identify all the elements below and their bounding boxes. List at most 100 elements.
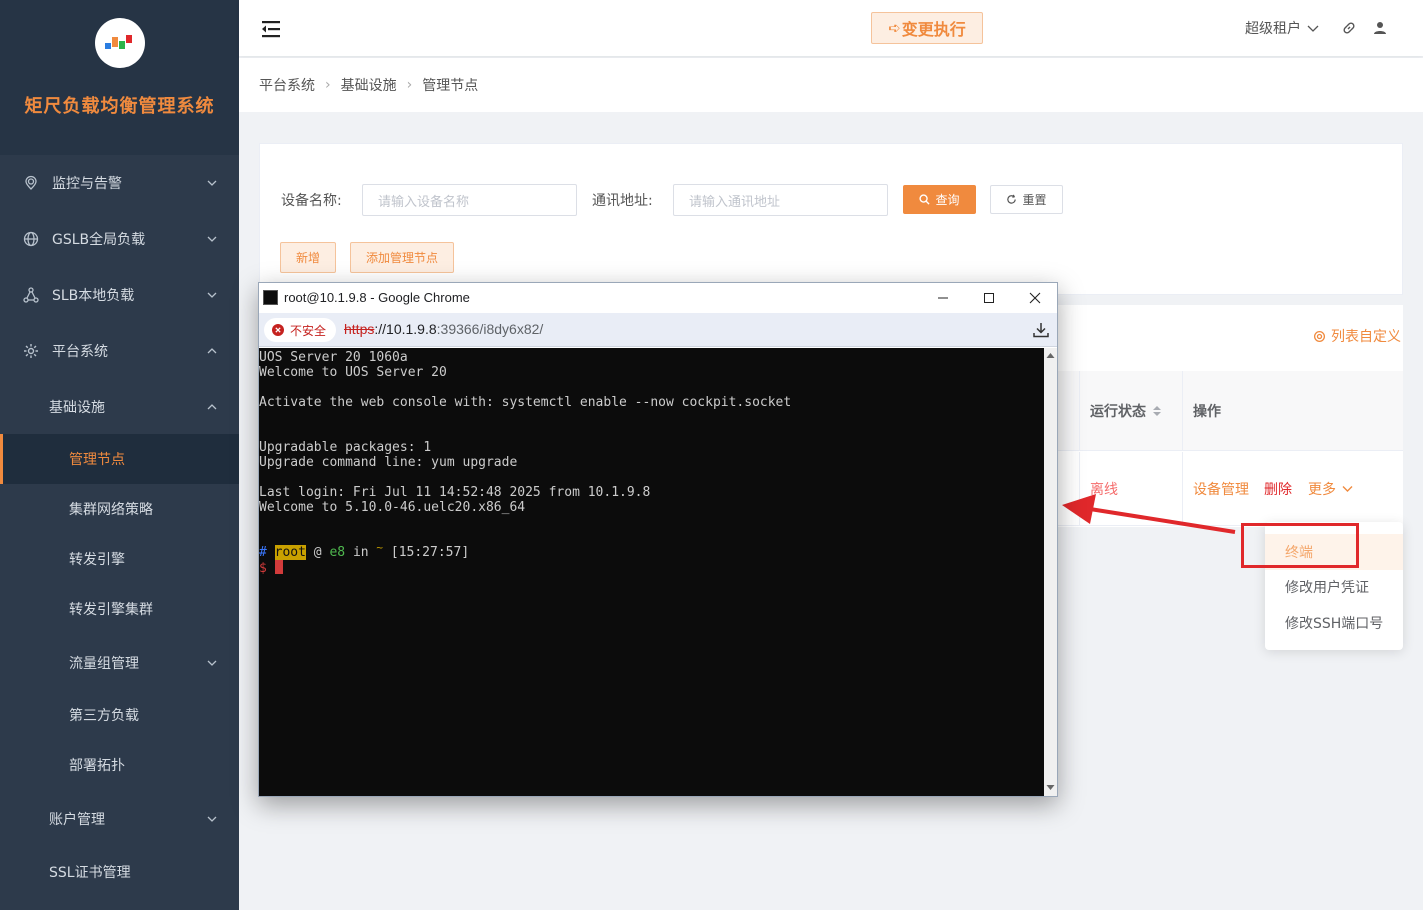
- change-execute-button[interactable]: ➪ 变更执行: [871, 12, 983, 44]
- sidebar-item-ssl[interactable]: SSL证书管理: [0, 847, 239, 897]
- table-header-cell: [1058, 371, 1080, 451]
- maximize-button[interactable]: [966, 283, 1012, 313]
- chevron-up-icon: [207, 404, 217, 410]
- terminal-input-line[interactable]: $: [259, 560, 283, 576]
- gear-icon: [22, 342, 40, 360]
- chevron-down-icon: [207, 292, 217, 298]
- sidebar-item-forward-engine-cluster[interactable]: 转发引擎集群: [0, 584, 239, 634]
- sign-in-icon: ➪: [888, 19, 901, 37]
- sidebar-item-label: SLB本地负载: [52, 288, 135, 304]
- close-icon: [1029, 292, 1041, 304]
- sidebar-item-label: 部署拓扑: [69, 758, 125, 774]
- window-titlebar: root@10.1.9.8 - Google Chrome: [259, 283, 1057, 313]
- sidebar-item-label: 平台系统: [52, 344, 108, 360]
- tenant-selector[interactable]: 超级租户: [1245, 18, 1319, 38]
- terminal-prompt: # root @ e8 in ~ [15:27:57]: [259, 541, 470, 560]
- add-mgmt-node-button[interactable]: 添加管理节点: [350, 242, 454, 273]
- maximize-icon: [984, 293, 994, 303]
- add-button[interactable]: 新增: [280, 242, 336, 273]
- sidebar-item-cluster-network-policy[interactable]: 集群网络策略: [0, 484, 239, 534]
- search-icon: [919, 194, 931, 205]
- scroll-down-icon[interactable]: [1046, 784, 1055, 791]
- terminal-line: Upgradable packages: 1: [259, 440, 432, 455]
- download-icon[interactable]: [1032, 321, 1050, 339]
- logo-icon: [94, 18, 145, 68]
- customize-columns-button[interactable]: 列表自定义: [1313, 326, 1401, 346]
- refresh-icon: [1007, 194, 1017, 204]
- top-header: ➪ 变更执行 超级租户: [239, 0, 1423, 56]
- breadcrumb-item[interactable]: 平台系统: [259, 75, 315, 95]
- link-icon[interactable]: [1341, 20, 1357, 36]
- highlight-box: [1241, 523, 1359, 568]
- logo-area: 矩尺负载均衡管理系统: [0, 0, 239, 155]
- address-bar: 不安全 https://10.1.9.8:39366/i8dy6x82/: [259, 313, 1057, 347]
- close-button[interactable]: [1012, 283, 1058, 313]
- insecure-badge[interactable]: 不安全: [264, 318, 337, 342]
- sidebar: 矩尺负载均衡管理系统 监控与告警 GSLB全局负载 SLB本地负载 平台系统 基…: [0, 0, 239, 910]
- menu-fold-icon[interactable]: [260, 20, 282, 38]
- sidebar-item-label: SSL证书管理: [49, 865, 131, 881]
- sidebar-item-mgmt-nodes[interactable]: 管理节点: [0, 434, 239, 484]
- sidebar-item-third-party[interactable]: 第三方负载: [0, 690, 239, 740]
- sidebar-item-traffic-group[interactable]: 流量组管理: [0, 638, 239, 688]
- sidebar-item-label: 管理节点: [69, 452, 125, 468]
- annotation-arrow: [1062, 494, 1236, 534]
- status-column-header[interactable]: 运行状态: [1080, 371, 1183, 451]
- device-name-label: 设备名称:: [281, 193, 342, 209]
- terminal-line: Last login: Fri Jul 11 14:52:48 2025 fro…: [259, 485, 651, 500]
- terminal-popup-window: root@10.1.9.8 - Google Chrome 不安全 https:…: [258, 282, 1058, 797]
- chevron-down-icon: [207, 816, 217, 822]
- actions-column-header: 操作: [1183, 371, 1403, 451]
- sidebar-item-accounts[interactable]: 账户管理: [0, 794, 239, 844]
- sidebar-item-infrastructure[interactable]: 基础设施: [0, 382, 239, 432]
- reset-button[interactable]: 重置: [990, 185, 1063, 214]
- sidebar-item-gslb[interactable]: GSLB全局负载: [0, 214, 239, 264]
- chevron-down-icon: [207, 660, 217, 666]
- url-text[interactable]: https://10.1.9.8:39366/i8dy6x82/: [344, 321, 543, 337]
- breadcrumb-item[interactable]: 基础设施: [341, 75, 397, 95]
- terminal-line: Welcome to UOS Server 20: [259, 365, 447, 380]
- sidebar-item-topology[interactable]: 部署拓扑: [0, 740, 239, 790]
- terminal-scrollbar[interactable]: [1044, 348, 1057, 796]
- sidebar-item-label: 集群网络策略: [69, 502, 153, 518]
- globe-icon: [22, 230, 40, 248]
- device-name-input[interactable]: 请输入设备名称: [362, 184, 577, 216]
- warning-icon: [272, 324, 284, 336]
- scroll-up-icon[interactable]: [1046, 352, 1055, 359]
- network-icon: [22, 286, 40, 304]
- sidebar-item-label: GSLB全局负载: [52, 232, 146, 248]
- sidebar-item-label: 转发引擎集群: [69, 602, 153, 618]
- breadcrumb: 平台系统 › 基础设施 › 管理节点: [239, 58, 1423, 112]
- chevron-down-icon: [207, 236, 217, 242]
- terminal-line: Upgrade command line: yum upgrade: [259, 455, 518, 470]
- sort-icon[interactable]: [1152, 405, 1162, 417]
- sidebar-item-monitoring[interactable]: 监控与告警: [0, 158, 239, 208]
- sidebar-item-forward-engine[interactable]: 转发引擎: [0, 534, 239, 584]
- chevron-down-icon: [1307, 25, 1319, 32]
- terminal-line: Welcome to 5.10.0-46.uelc20.x86_64: [259, 500, 526, 515]
- chevron-down-icon: [1342, 485, 1353, 492]
- sidebar-item-label: 基础设施: [49, 400, 105, 416]
- app-title: 矩尺负载均衡管理系统: [24, 96, 215, 117]
- gear-icon: [1313, 330, 1326, 342]
- terminal-line: Activate the web console with: systemctl…: [259, 395, 792, 410]
- delete-link[interactable]: 删除: [1264, 479, 1292, 499]
- sidebar-item-label: 流量组管理: [69, 656, 139, 672]
- sidebar-item-slb[interactable]: SLB本地负载: [0, 270, 239, 320]
- more-dropdown-trigger[interactable]: 更多: [1308, 479, 1353, 499]
- chevron-up-icon: [207, 348, 217, 354]
- menu-item-edit-credentials[interactable]: 修改用户凭证: [1265, 569, 1403, 605]
- user-icon[interactable]: [1372, 20, 1388, 36]
- address-label: 通讯地址:: [592, 193, 653, 209]
- query-button[interactable]: 查询: [903, 185, 976, 214]
- terminal-cursor: [274, 560, 283, 574]
- address-input[interactable]: 请输入通讯地址: [673, 184, 888, 216]
- sidebar-item-label: 第三方负载: [69, 708, 139, 724]
- terminal-screen[interactable]: UOS Server 20 1060a Welcome to UOS Serve…: [259, 348, 1044, 796]
- sidebar-item-platform[interactable]: 平台系统: [0, 326, 239, 376]
- minimize-button[interactable]: [920, 283, 966, 313]
- chevron-right-icon: ›: [325, 77, 331, 93]
- menu-item-edit-ssh-port[interactable]: 修改SSH端口号: [1265, 605, 1403, 641]
- terminal-icon: [263, 290, 278, 305]
- sidebar-item-label: 账户管理: [49, 812, 105, 828]
